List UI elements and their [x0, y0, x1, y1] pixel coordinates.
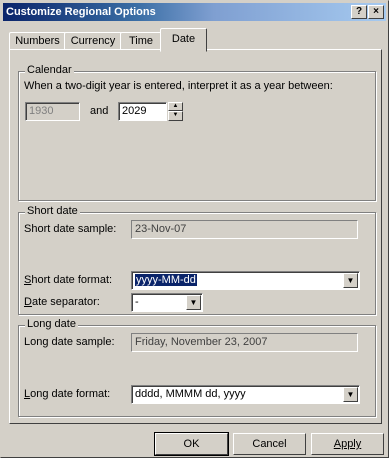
- close-button[interactable]: ×: [368, 5, 384, 19]
- tab-currency[interactable]: Currency: [64, 32, 122, 50]
- tab-date[interactable]: Date: [160, 28, 207, 52]
- two-digit-year-description: When a two-digit year is entered, interp…: [24, 80, 333, 92]
- short-date-format-value: yyyy-MM-dd: [135, 274, 197, 286]
- tab-numbers[interactable]: Numbers: [9, 32, 66, 50]
- window-title: Customize Regional Options: [6, 6, 156, 18]
- calendar-group-title: Calendar: [25, 64, 74, 76]
- chevron-down-icon[interactable]: ▼: [343, 273, 358, 288]
- spin-up-icon[interactable]: ▲: [168, 102, 183, 111]
- long-date-sample-label: Long date sample:: [24, 336, 115, 348]
- ok-button[interactable]: OK: [154, 432, 229, 456]
- short-date-format-label: Short date format:: [24, 274, 113, 286]
- apply-button-label: Apply: [333, 438, 362, 450]
- spin-down-icon[interactable]: ▼: [168, 111, 183, 121]
- and-label: and: [90, 105, 109, 117]
- short-date-group: Short date Short date sample: 23-Nov-07 …: [18, 205, 376, 315]
- date-separator-value: -: [135, 296, 139, 308]
- long-date-sample-value: Friday, November 23, 2007: [131, 333, 358, 352]
- tab-time[interactable]: Time: [120, 32, 162, 50]
- date-separator-label: Date separator:: [24, 296, 100, 308]
- short-date-sample-value: 23-Nov-07: [131, 220, 358, 239]
- long-date-format-value: dddd, MMMM dd, yyyy: [135, 388, 246, 400]
- dialog-window: Customize Regional Options ? × Numbers C…: [0, 0, 389, 458]
- end-year-field[interactable]: 2029: [118, 102, 167, 121]
- short-date-sample-label: Short date sample:: [24, 223, 117, 235]
- date-tab-panel: Calendar When a two-digit year is entere…: [9, 49, 382, 424]
- chevron-down-icon[interactable]: ▼: [186, 295, 201, 310]
- chevron-down-icon[interactable]: ▼: [343, 387, 358, 402]
- date-separator-combobox[interactable]: - ▼: [131, 293, 203, 312]
- long-date-group: Long date Long date sample: Friday, Nove…: [18, 318, 376, 417]
- apply-button[interactable]: Apply: [311, 433, 384, 455]
- long-date-format-combobox[interactable]: dddd, MMMM dd, yyyy ▼: [131, 385, 360, 404]
- calendar-group: Calendar When a two-digit year is entere…: [18, 64, 376, 201]
- short-date-format-combobox[interactable]: yyyy-MM-dd ▼: [131, 271, 360, 290]
- title-bar[interactable]: Customize Regional Options ? ×: [3, 3, 386, 21]
- short-date-group-title: Short date: [25, 205, 80, 217]
- long-date-group-title: Long date: [25, 318, 78, 330]
- help-button[interactable]: ?: [351, 5, 367, 19]
- long-date-format-label: Long date format:: [24, 388, 111, 400]
- start-year-field: 1930: [25, 102, 80, 121]
- end-year-spinner[interactable]: ▲ ▼: [168, 102, 183, 121]
- cancel-button[interactable]: Cancel: [233, 433, 306, 455]
